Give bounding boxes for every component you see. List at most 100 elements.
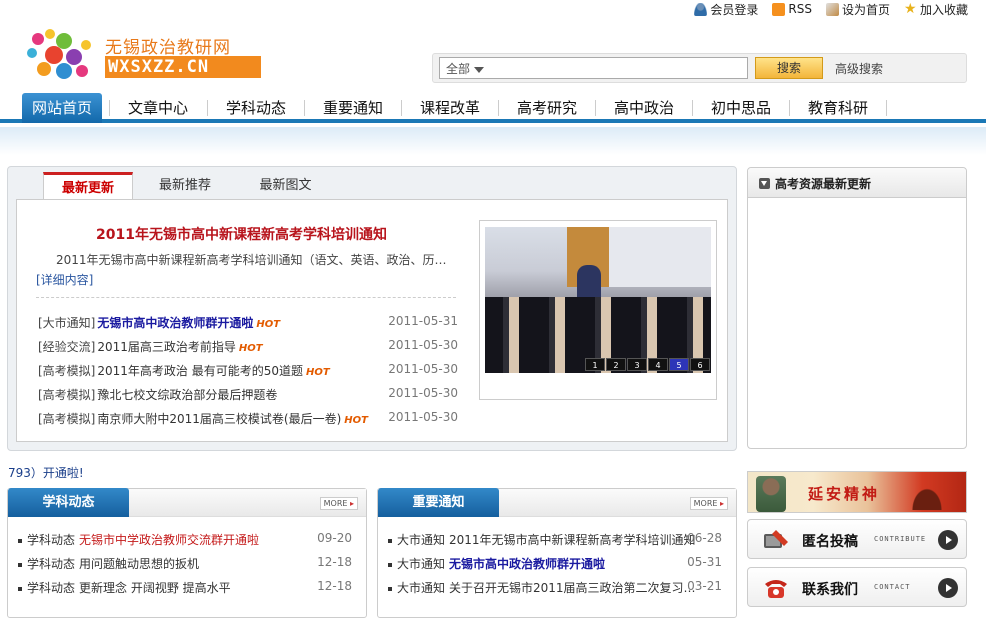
contact-us-button[interactable]: 联系我们 CONTACT bbox=[747, 567, 967, 607]
banner-text: 延安精神 bbox=[808, 485, 881, 503]
news-item[interactable]: [大市通知] 无锡市高中政治教师群开通啦 HOT 2011-05-31 bbox=[38, 314, 458, 334]
list-item[interactable]: 大市通知 无锡市高中政治教师群开通啦 05-31 bbox=[388, 555, 728, 575]
rss-icon bbox=[772, 2, 786, 16]
search-button[interactable]: 搜索 bbox=[755, 57, 823, 79]
slider-page-3[interactable]: 3 bbox=[627, 358, 647, 371]
contribute-label: 匿名投稿 bbox=[802, 534, 858, 550]
pen-envelope-icon bbox=[764, 530, 788, 548]
news-item[interactable]: [经验交流] 2011届高三政治考前指导 HOT 2011-05-30 bbox=[38, 338, 458, 358]
soldier-illustration bbox=[756, 476, 786, 512]
advanced-search-link[interactable]: 高级搜索 bbox=[835, 60, 883, 77]
search-scope-select[interactable]: 全部 bbox=[439, 57, 748, 79]
nav-gaokao-research[interactable]: 高考研究 bbox=[504, 95, 590, 121]
photo-slider[interactable]: 1 2 3 4 5 6 bbox=[479, 220, 717, 400]
more-button[interactable]: MORE ▸ bbox=[689, 497, 728, 510]
box-title: 高考资源最新更新 bbox=[775, 177, 872, 191]
list-item[interactable]: 大市通知 2011年无锡市高中新课程新高考学科培训通知 06-28 bbox=[388, 531, 728, 551]
home-icon bbox=[825, 2, 839, 16]
nav-notices[interactable]: 重要通知 bbox=[310, 95, 396, 121]
arrow-right-icon bbox=[938, 530, 958, 550]
add-favorite-link[interactable]: ★ 加入收藏 bbox=[904, 1, 968, 18]
collapse-icon[interactable] bbox=[759, 178, 770, 189]
news-date: 2011-05-30 bbox=[388, 386, 458, 400]
slider-page-1[interactable]: 1 bbox=[585, 358, 605, 371]
top-links: 会员登录 RSS 设为首页 ★ 加入收藏 bbox=[694, 0, 968, 18]
arrow-right-icon: ▸ bbox=[349, 499, 354, 508]
news-date: 2011-05-31 bbox=[388, 314, 458, 328]
news-title[interactable]: 南京师大附中2011届高三校模试卷(最后一卷) bbox=[97, 412, 341, 426]
important-notices-panel: 重要通知 MORE ▸ 大市通知 2011年无锡市高中新课程新高考学科培训通知 06… bbox=[377, 488, 737, 618]
arrow-right-icon bbox=[938, 578, 958, 598]
yanan-spirit-banner[interactable]: 延安精神 bbox=[747, 471, 967, 513]
nav-divider bbox=[207, 100, 208, 116]
news-item[interactable]: [高考模拟] 2011年高考政治 最有可能考的50道题 HOT 2011-05-30 bbox=[38, 362, 458, 382]
bullet-icon bbox=[18, 586, 22, 591]
site-logo[interactable]: 无锡政治教研网 WXSXZZ.CN bbox=[8, 11, 261, 93]
tab-latest-recommended[interactable]: 最新推荐 bbox=[140, 172, 230, 199]
tab-latest-pictures[interactable]: 最新图文 bbox=[238, 172, 333, 199]
contact-label: 联系我们 bbox=[802, 582, 858, 598]
list-item[interactable]: 学科动态 用问题触动思想的扳机 12-18 bbox=[18, 555, 358, 575]
contact-sublabel: CONTACT bbox=[874, 583, 911, 591]
news-category: [高考模拟] bbox=[38, 388, 96, 402]
panel-title[interactable]: 学科动态 bbox=[8, 488, 129, 517]
hot-badge: HOT bbox=[256, 319, 281, 330]
set-homepage-link[interactable]: 设为首页 bbox=[825, 1, 890, 18]
bullet-icon bbox=[388, 562, 392, 567]
slide-image[interactable] bbox=[485, 227, 711, 373]
nav-subject-news[interactable]: 学科动态 bbox=[213, 95, 299, 121]
slider-pager: 1 2 3 4 5 6 bbox=[585, 358, 710, 371]
list-item[interactable]: 大市通知 关于召开无锡市2011届高三政治第二次复习… 03-21 bbox=[388, 579, 728, 599]
list-item[interactable]: 学科动态 无锡市中学政治教师交流群开通啦 09-20 bbox=[18, 531, 358, 551]
divider bbox=[36, 297, 456, 298]
contribute-sublabel: CONTRIBUTE bbox=[874, 535, 927, 543]
news-category: [经验交流] bbox=[38, 340, 96, 354]
nav-divider bbox=[401, 100, 402, 116]
tab-latest-updates[interactable]: 最新更新 bbox=[43, 172, 133, 199]
user-icon bbox=[694, 2, 708, 16]
logo-graphic-icon bbox=[27, 29, 91, 79]
news-category: [大市通知] bbox=[38, 316, 96, 330]
main-nav: 网站首页 文章中心 学科动态 重要通知 课程改革 高考研究 高中政治 初中思品 … bbox=[0, 91, 986, 123]
nav-high-school-politics[interactable]: 高中政治 bbox=[601, 95, 687, 121]
contribute-button[interactable]: 匿名投稿 CONTRIBUTE bbox=[747, 519, 967, 559]
list-item[interactable]: 学科动态 更新理念 开阔视野 提高水平 12-18 bbox=[18, 579, 358, 599]
box-header: 高考资源最新更新 bbox=[748, 168, 966, 198]
nav-curriculum-reform[interactable]: 课程改革 bbox=[407, 95, 493, 121]
news-date: 2011-05-30 bbox=[388, 410, 458, 424]
subject-news-panel: 学科动态 MORE ▸ 学科动态 无锡市中学政治教师交流群开通啦 09-20 学科动… bbox=[7, 488, 367, 618]
news-title[interactable]: 豫北七校文综政治部分最后押题卷 bbox=[97, 388, 277, 402]
nav-divider bbox=[886, 100, 887, 116]
featured-headline[interactable]: 2011年无锡市高中新课程新高考学科培训通知 bbox=[96, 224, 387, 244]
nav-divider bbox=[789, 100, 790, 116]
slider-page-2[interactable]: 2 bbox=[606, 358, 626, 371]
news-item[interactable]: [高考模拟] 豫北七校文综政治部分最后押题卷 2011-05-30 bbox=[38, 386, 458, 406]
pagoda-illustration bbox=[906, 480, 948, 510]
bullet-icon bbox=[18, 538, 22, 543]
rss-link[interactable]: RSS bbox=[772, 2, 812, 16]
news-item[interactable]: [高考模拟] 南京师大附中2011届高三校模试卷(最后一卷) HOT 2011-05-… bbox=[38, 410, 458, 430]
slider-page-4[interactable]: 4 bbox=[648, 358, 668, 371]
nav-divider bbox=[498, 100, 499, 116]
news-title[interactable]: 2011年高考政治 最有可能考的50道题 bbox=[97, 364, 303, 378]
gaokao-resources-box: 高考资源最新更新 bbox=[747, 167, 967, 449]
nav-articles[interactable]: 文章中心 bbox=[115, 95, 201, 121]
member-login-link[interactable]: 会员登录 bbox=[694, 1, 758, 18]
read-more-link[interactable]: [详细内容] bbox=[36, 271, 93, 288]
nav-education-research[interactable]: 教育科研 bbox=[795, 95, 881, 121]
more-button[interactable]: MORE ▸ bbox=[319, 497, 358, 510]
panel-title[interactable]: 重要通知 bbox=[378, 488, 499, 517]
slider-page-5[interactable]: 5 bbox=[669, 358, 689, 371]
nav-junior-ethics[interactable]: 初中思品 bbox=[698, 95, 784, 121]
hot-badge: HOT bbox=[238, 343, 263, 354]
scrolling-announcement[interactable]: 793）开通啦! bbox=[8, 464, 84, 481]
news-date: 2011-05-30 bbox=[388, 362, 458, 376]
logo-domain: WXSXZZ.CN bbox=[105, 56, 261, 78]
featured-summary: 2011年无锡市高中新课程新高考学科培训通知（语文、英语、政治、历… bbox=[56, 253, 447, 267]
news-title[interactable]: 无锡市高中政治教师群开通啦 bbox=[97, 316, 253, 330]
nav-home[interactable]: 网站首页 bbox=[22, 93, 102, 123]
news-category: [高考模拟] bbox=[38, 412, 96, 426]
news-title[interactable]: 2011届高三政治考前指导 bbox=[97, 340, 236, 354]
slider-page-6[interactable]: 6 bbox=[690, 358, 710, 371]
search-bar: 全部 搜索 高级搜索 bbox=[432, 53, 967, 83]
